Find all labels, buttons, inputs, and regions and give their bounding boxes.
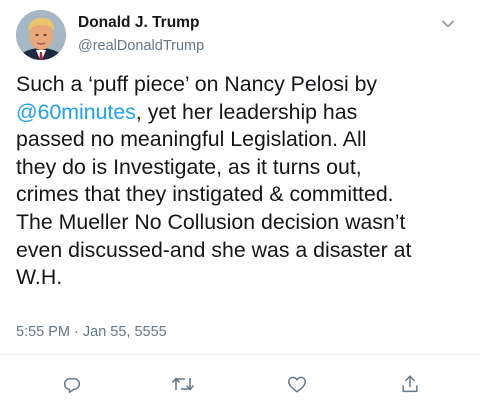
- share-icon: [402, 375, 418, 393]
- retweet-button[interactable]: [170, 371, 196, 397]
- heart-icon: [288, 376, 306, 393]
- tweet-text-line: Such a ‘puff piece’ on Nancy Pelosi by: [16, 71, 472, 99]
- divider: [0, 354, 480, 355]
- text-segment: even discussed-and she was a disaster at: [16, 237, 412, 262]
- text-segment: they do is Investigate, as it turns out,: [16, 154, 362, 179]
- text-segment: , yet her leadership has: [135, 99, 358, 124]
- text-segment: crimes that they instigated & committed.: [16, 182, 394, 207]
- text-segment: passed no meaningful Legislation. All: [16, 127, 367, 152]
- tweet-text-line: The Mueller No Collusion decision wasn’t: [16, 209, 472, 237]
- chevron-down-icon: [442, 20, 454, 28]
- tweet-timestamp[interactable]: 5:55 PM · Jan 55, 5555: [16, 324, 167, 340]
- reply-icon: [63, 377, 81, 394]
- text-segment: The Mueller No Collusion decision wasn’t: [16, 209, 406, 234]
- tweet-text-line: even discussed-and she was a disaster at: [16, 237, 472, 265]
- profile-photo-icon: [16, 10, 66, 60]
- tweet-card: Donald J. Trump @realDonaldTrump Such a …: [0, 0, 480, 410]
- share-button[interactable]: [397, 371, 423, 397]
- more-options-button[interactable]: [436, 12, 460, 36]
- text-segment: Such a ‘puff piece’ on Nancy Pelosi by: [16, 72, 378, 96]
- avatar[interactable]: [16, 10, 66, 60]
- retweet-icon: [172, 377, 194, 391]
- like-button[interactable]: [284, 371, 310, 397]
- text-segment: W.H.: [16, 265, 63, 290]
- reply-button[interactable]: [59, 371, 85, 397]
- author-handle[interactable]: @realDonaldTrump: [78, 38, 204, 54]
- tweet-text-line: W.H.: [16, 264, 472, 292]
- tweet-text-line: crimes that they instigated & committed.: [16, 181, 472, 209]
- mention-link[interactable]: @60minutes: [16, 100, 136, 124]
- tweet-text-line: they do is Investigate, as it turns out,: [16, 154, 472, 182]
- tweet-text-line: passed no meaningful Legislation. All: [16, 126, 472, 154]
- tweet-text: Such a ‘puff piece’ on Nancy Pelosi by @…: [16, 71, 472, 292]
- tweet-text-line: @60minutes, yet her leadership has: [16, 99, 472, 127]
- author-display-name[interactable]: Donald J. Trump: [78, 14, 199, 32]
